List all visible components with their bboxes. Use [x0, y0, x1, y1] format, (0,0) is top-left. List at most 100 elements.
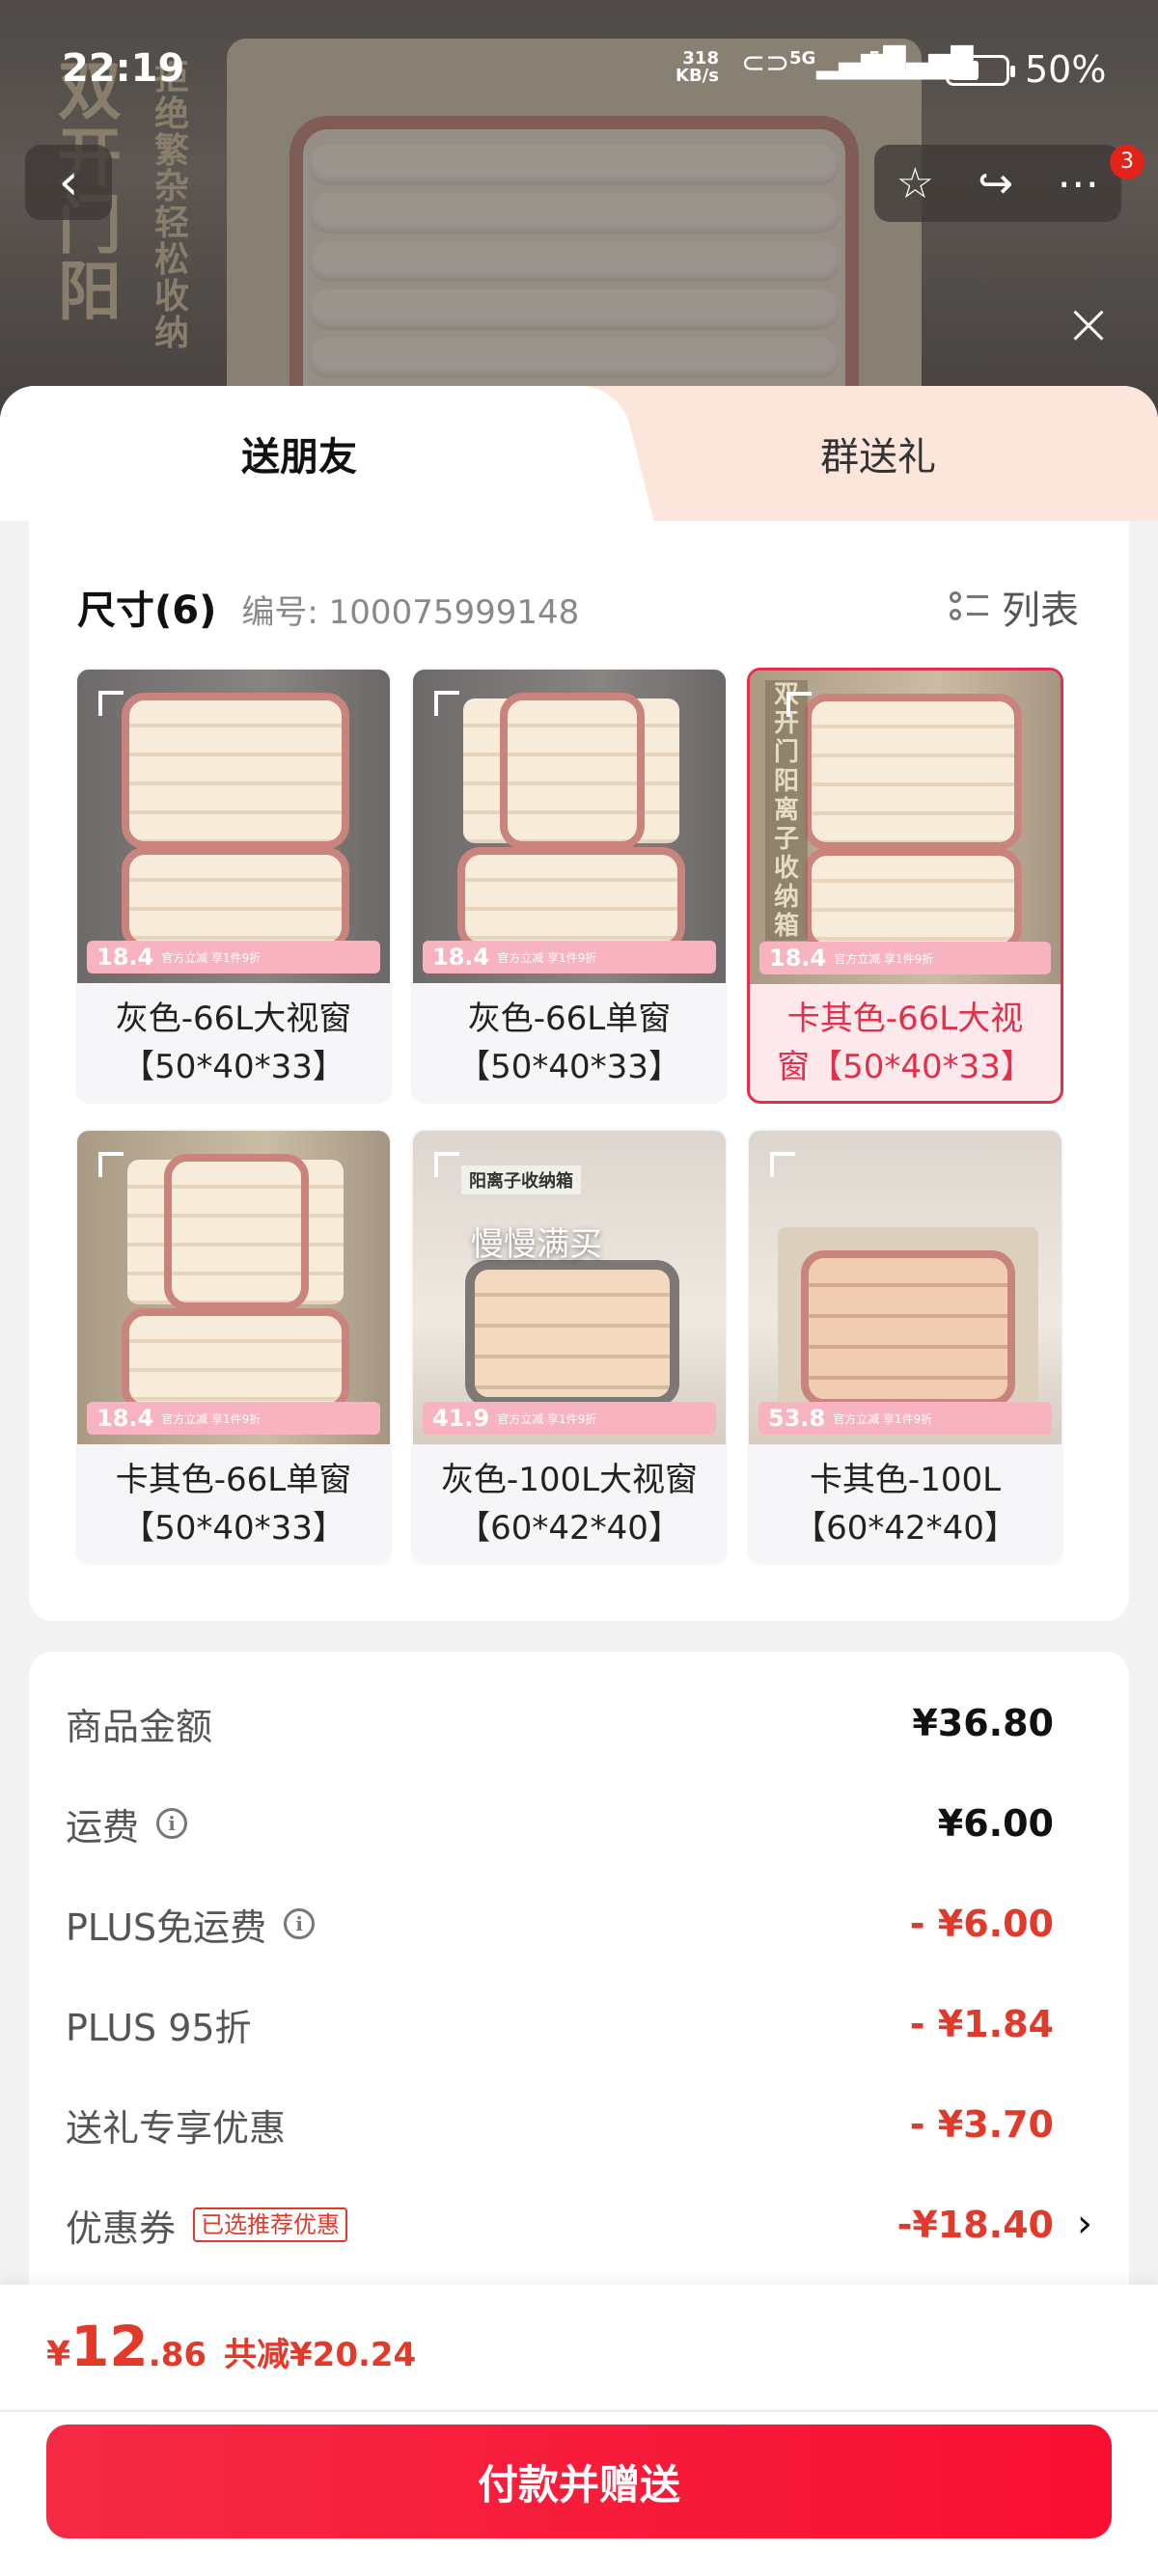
option-image: 双开门阳离子收纳箱 18.4 官方立减 享1件9折: [750, 671, 1061, 984]
option-label: 卡其色-66L单窗 【50*40*33】: [77, 1444, 390, 1563]
row-value: - ¥1.84: [909, 2003, 1054, 2045]
total-decimal: .86: [148, 2336, 207, 2374]
option-promo: 官方立减 享1件9折: [497, 950, 597, 965]
option-label: 卡其色-66L大视 窗【50*40*33】: [750, 984, 1061, 1101]
option-image: 18.4 官方立减 享1件9折: [413, 670, 726, 983]
row-value: -¥18.40: [896, 2204, 1054, 2246]
battery-icon: [946, 55, 1015, 86]
net-speed-unit: KB/s: [676, 66, 719, 86]
option-label-line1: 灰色-100L大视窗: [440, 1460, 699, 1499]
option-label: 灰色-66L单窗 【50*40*33】: [413, 983, 726, 1102]
row-value: - ¥3.70: [909, 2103, 1054, 2146]
total-integer: 12: [70, 2314, 149, 2379]
info-icon[interactable]: i: [284, 1908, 316, 1939]
gift-sheet: 送朋友 群送礼 尺寸(6) 编号: 100075999148 列表 18.4 官…: [0, 386, 1158, 2576]
status-bar: 22:19 318 KB/s ⊂⊃ 5G ▂▄▆█ 5G ▂▄▆█ 50%: [0, 0, 1158, 135]
row-label: 运费: [66, 1805, 140, 1849]
row-coupon[interactable]: 优惠券 已选推荐优惠 -¥18.40: [66, 2196, 1054, 2254]
row-goods-amount: 商品金额 ¥36.80: [66, 1694, 1054, 1752]
list-icon: [950, 589, 988, 624]
status-time: 22:19: [62, 46, 185, 91]
list-view-toggle[interactable]: 列表: [950, 579, 1079, 635]
option-price: 53.8: [768, 1405, 826, 1432]
option-overlay-tag: 阳离子收纳箱: [461, 1165, 581, 1194]
option-promo: 官方立减 享1件9折: [161, 950, 262, 965]
option-image: 阳离子收纳箱 慢慢满买 41.9 官方立减 享1件9折: [413, 1131, 726, 1444]
row-label: 优惠券: [66, 2206, 177, 2250]
row-value: ¥6.00: [937, 1802, 1054, 1845]
size-options-grid: 18.4 官方立减 享1件9折 灰色-66L大视窗 【50*40*33】 18.4…: [75, 668, 1094, 1565]
close-icon[interactable]: ×: [1062, 295, 1116, 353]
option-label-line2: 窗【50*40*33】: [777, 1047, 1034, 1086]
option-price: 18.4: [769, 945, 827, 972]
back-button[interactable]: ‹: [25, 145, 112, 220]
gift-tabs: 送朋友 群送礼: [0, 386, 1158, 521]
option-price: 41.9: [432, 1405, 490, 1432]
row-plus-free-shipping: PLUS免运费 i - ¥6.00: [66, 1895, 1054, 1953]
row-label: PLUS免运费: [66, 1905, 267, 1949]
currency-symbol: ¥: [46, 2335, 71, 2374]
notification-badge: 3: [1110, 145, 1144, 179]
more-icon[interactable]: ⋯: [1057, 159, 1099, 208]
tab-group-gift-label: 群送礼: [820, 435, 936, 480]
option-price: 18.4: [432, 944, 490, 971]
option-label-line2: 【50*40*33】: [122, 1047, 345, 1086]
option-label: 卡其色-100L 【60*42*40】: [749, 1444, 1062, 1563]
pay-and-gift-button[interactable]: 付款并赠送: [46, 2425, 1112, 2538]
checkout-bar: ¥ 12 .86 共减¥20.24 付款并赠送: [0, 2285, 1158, 2576]
net-speed: 318 KB/s: [676, 50, 719, 85]
option-label-line1: 灰色-66L单窗: [467, 999, 672, 1038]
option-promo: 官方立减 享1件9折: [834, 951, 934, 966]
price-strip: 53.8 官方立减 享1件9折: [758, 1402, 1052, 1435]
size-title: 尺寸(6): [77, 589, 217, 633]
option-label: 灰色-66L大视窗 【50*40*33】: [77, 983, 390, 1102]
price-strip: 41.9 官方立减 享1件9折: [423, 1402, 716, 1435]
option-image: 53.8 官方立减 享1件9折: [749, 1131, 1062, 1444]
option-promo: 官方立减 享1件9折: [161, 1411, 262, 1426]
option-label-line1: 卡其色-100L: [809, 1460, 1002, 1499]
tab-send-friend[interactable]: 送朋友: [0, 386, 598, 521]
option-image: 18.4 官方立减 享1件9折: [77, 670, 390, 983]
tab-group-gift[interactable]: 群送礼: [598, 386, 1158, 521]
link-icon: ⊂⊃: [741, 46, 790, 80]
price-breakdown: 商品金额 ¥36.80 运费 i ¥6.00 PLUS免运费 i - ¥6.00 P…: [29, 1652, 1129, 2308]
option-image: 18.4 官方立减 享1件9折: [77, 1131, 390, 1444]
option-label: 灰色-100L大视窗 【60*42*40】: [413, 1444, 726, 1563]
share-icon[interactable]: ↪: [978, 159, 1013, 208]
price-strip: 18.4 官方立减 享1件9折: [423, 941, 716, 973]
row-label: 送礼专享优惠: [66, 2106, 287, 2150]
total-saved: 共减¥20.24: [224, 2336, 417, 2374]
header-actions: ☆ ↪ ⋯: [874, 145, 1121, 222]
row-label: 商品金额: [66, 1705, 213, 1748]
size-selector: 尺寸(6) 编号: 100075999148 列表 18.4 官方立减 享1件9折: [29, 521, 1129, 1621]
chevron-right-icon[interactable]: ›: [1077, 2202, 1092, 2246]
size-option-grey-66l-single-window[interactable]: 18.4 官方立减 享1件9折 灰色-66L单窗 【50*40*33】: [411, 668, 728, 1104]
star-icon[interactable]: ☆: [896, 159, 934, 208]
price-strip: 18.4 官方立减 享1件9折: [759, 942, 1051, 974]
tab-send-friend-label: 送朋友: [241, 435, 357, 480]
row-label: PLUS 95折: [66, 2006, 252, 2049]
signal-label-1: 5G: [789, 48, 816, 69]
size-option-khaki-66l-single-window[interactable]: 18.4 官方立减 享1件9折 卡其色-66L单窗 【50*40*33】: [75, 1129, 392, 1565]
price-strip: 18.4 官方立减 享1件9折: [87, 1402, 380, 1435]
row-gift-discount: 送礼专享优惠 - ¥3.70: [66, 2096, 1054, 2153]
option-label-line2: 【50*40*33】: [457, 1047, 681, 1086]
option-label-line2: 【60*42*40】: [457, 1508, 681, 1548]
size-option-grey-66l-large-window[interactable]: 18.4 官方立减 享1件9折 灰色-66L大视窗 【50*40*33】: [75, 668, 392, 1104]
size-option-grey-100l-large-window[interactable]: 阳离子收纳箱 慢慢满买 41.9 官方立减 享1件9折 灰色-100L大视窗 【6…: [411, 1129, 728, 1565]
size-option-khaki-100l[interactable]: 53.8 官方立减 享1件9折 卡其色-100L 【60*42*40】: [747, 1129, 1063, 1565]
option-overlay-text: 慢慢满买: [471, 1225, 602, 1264]
row-value: ¥36.80: [912, 1702, 1054, 1744]
option-price: 18.4: [96, 1405, 154, 1432]
battery-percent: 50%: [1025, 48, 1107, 91]
option-label-line1: 卡其色-66L大视: [786, 999, 1024, 1038]
option-label-line2: 【60*42*40】: [793, 1508, 1017, 1548]
chevron-left-icon: ‹: [58, 153, 79, 211]
size-option-khaki-66l-large-window[interactable]: 双开门阳离子收纳箱 18.4 官方立减 享1件9折 卡其色-66L大视 窗【50*…: [747, 668, 1063, 1104]
option-label-line2: 【50*40*33】: [122, 1508, 345, 1548]
option-price: 18.4: [96, 944, 154, 971]
row-shipping: 运费 i ¥6.00: [66, 1795, 1054, 1852]
info-icon[interactable]: i: [156, 1808, 188, 1839]
row-plus-discount: PLUS 95折 - ¥1.84: [66, 1995, 1054, 2053]
total-price: ¥ 12 .86 共减¥20.24: [46, 2314, 416, 2379]
